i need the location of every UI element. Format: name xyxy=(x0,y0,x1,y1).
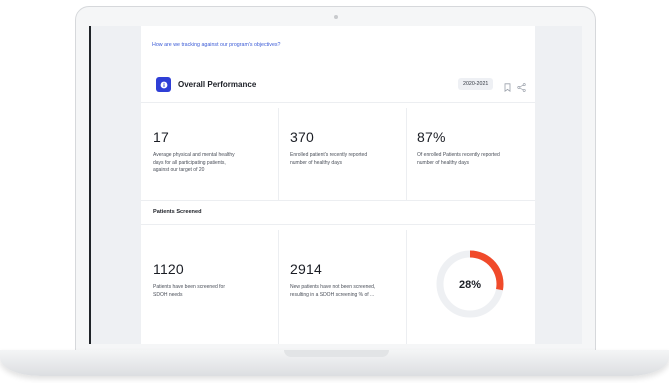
desc-line: Patients have been screened for xyxy=(153,284,225,290)
section-label-patients-screened: Patients Screened xyxy=(153,209,202,215)
desc-line: Average physical and mental healthy xyxy=(153,152,235,158)
metric-value-enrolled: 370 xyxy=(290,129,314,145)
page-title: Overall Performance xyxy=(178,80,257,89)
metric-value-screened: 1120 xyxy=(153,261,184,277)
divider xyxy=(141,224,535,225)
metric-desc-screened: Patients have been screened for SDOH nee… xyxy=(153,284,225,299)
share-icon[interactable] xyxy=(517,79,526,97)
info-icon xyxy=(156,77,171,92)
objectives-question-link[interactable]: How are we tracking against our program'… xyxy=(152,42,281,48)
laptop-base-notch xyxy=(284,350,389,357)
metric-desc-percent-enrolled: Of enrolled Patients recently reported n… xyxy=(417,152,500,167)
desc-line: number of healthy days xyxy=(417,159,469,166)
desc-line: against our target of 20 xyxy=(153,167,205,173)
laptop-screen: How are we tracking against our program'… xyxy=(89,26,582,344)
desc-line: resulting in a SDOH screening % of ... xyxy=(290,291,375,298)
year-selector[interactable]: 2020-2021 xyxy=(458,78,494,90)
donut-percent-label: 28% xyxy=(459,279,481,291)
divider xyxy=(278,230,279,344)
bookmark-icon[interactable] xyxy=(504,79,511,97)
desc-line: Enrolled patient's recently reported xyxy=(290,152,368,158)
metric-desc-healthy-days: Average physical and mental healthy days… xyxy=(153,152,235,175)
desc-line: New patients have not been screened, xyxy=(290,284,376,290)
screening-donut-chart: 28% xyxy=(436,250,504,318)
metric-value-not-screened: 2914 xyxy=(290,261,322,277)
divider xyxy=(278,108,279,200)
desc-line: number of healthy days xyxy=(290,159,342,166)
desc-line: Of enrolled Patients recently reported xyxy=(417,152,500,158)
metric-value-percent-enrolled: 87% xyxy=(417,129,446,145)
divider xyxy=(406,108,407,200)
metric-value-healthy-days: 17 xyxy=(153,129,169,145)
divider xyxy=(406,230,407,344)
camera-dot xyxy=(334,15,338,19)
desc-line: days for all participating patients, xyxy=(153,159,226,166)
dashboard-page: How are we tracking against our program'… xyxy=(141,26,535,344)
metric-desc-enrolled: Enrolled patient's recently reported num… xyxy=(290,152,367,167)
desc-line: SDOH needs xyxy=(153,291,183,298)
panel-header: Overall Performance 2020-2021 xyxy=(141,68,535,103)
divider xyxy=(141,200,535,201)
metric-desc-not-screened: New patients have not been screened, res… xyxy=(290,284,375,299)
